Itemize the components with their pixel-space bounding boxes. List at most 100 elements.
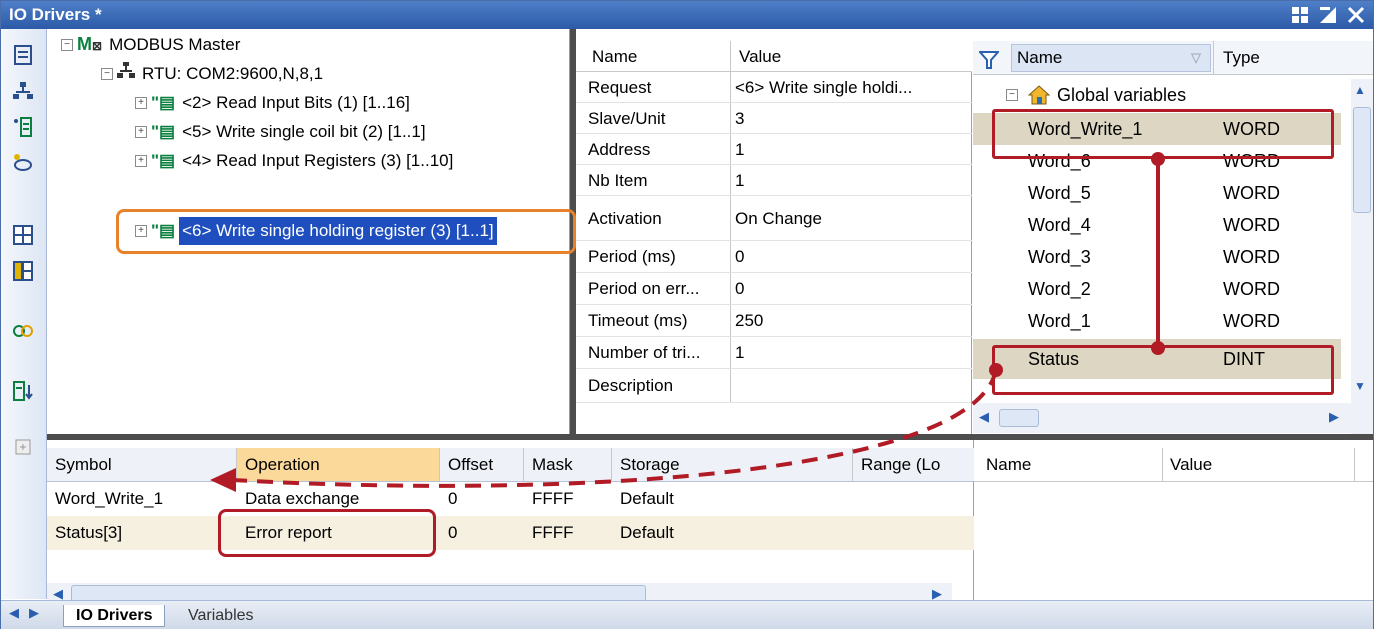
- variable-highlight-status: [992, 345, 1334, 395]
- column-header-range[interactable]: Range (Lo: [853, 448, 974, 481]
- insert-master-icon[interactable]: [9, 41, 37, 69]
- tree-node-request-4[interactable]: + "▤ <4> Read Input Registers (3) [1..10…: [135, 147, 456, 175]
- property-row[interactable]: Period (ms) 0: [576, 241, 972, 273]
- sort-icon[interactable]: [9, 377, 37, 405]
- scroll-left-icon[interactable]: ◀: [979, 409, 989, 425]
- property-value[interactable]: 1: [735, 165, 965, 196]
- io-drivers-window: IO Drivers * − M⊠ MODBUS Master − RTU: C…: [0, 0, 1374, 629]
- variable-name: Word_4: [1028, 215, 1091, 235]
- mask-cell[interactable]: FFFF: [524, 516, 612, 550]
- scrollbar-thumb[interactable]: [1353, 107, 1371, 213]
- offset-cell[interactable]: 0: [440, 482, 524, 516]
- property-row[interactable]: Activation On Change: [576, 196, 972, 241]
- property-value[interactable]: 3: [735, 103, 965, 134]
- variable-type: WORD: [1223, 215, 1280, 235]
- property-value[interactable]: 250: [735, 305, 965, 337]
- modbus-master-icon: M⊠: [77, 34, 103, 54]
- options-icon[interactable]: [9, 433, 37, 461]
- property-value[interactable]: 0: [735, 273, 965, 305]
- tab-scroll-right-icon[interactable]: ▶: [29, 605, 39, 621]
- filter-icon[interactable]: [977, 48, 1001, 82]
- column-header-name[interactable]: Name: [986, 448, 1031, 482]
- scroll-right-icon[interactable]: ▶: [1329, 409, 1339, 425]
- property-row[interactable]: Period on err... 0: [576, 273, 972, 305]
- tree-node-request-2[interactable]: + "▤ <2> Read Input Bits (1) [1..16]: [135, 89, 413, 117]
- expand-icon[interactable]: +: [135, 97, 147, 109]
- tree-node-request-5[interactable]: + "▤ <5> Write single coil bit (2) [1..1…: [135, 118, 429, 146]
- property-value[interactable]: <6> Write single holdi...: [735, 72, 965, 103]
- variable-type: WORD: [1223, 247, 1280, 267]
- column-header-symbol[interactable]: Symbol: [47, 448, 237, 481]
- property-value[interactable]: 1: [735, 134, 965, 165]
- column-header-name[interactable]: Name: [592, 41, 637, 72]
- property-value[interactable]: 1: [735, 337, 965, 369]
- expand-icon[interactable]: +: [135, 155, 147, 167]
- link-variables-icon[interactable]: [9, 317, 37, 345]
- variable-row[interactable]: Word_3 WORD: [973, 241, 1341, 273]
- scroll-up-icon[interactable]: ▲: [1354, 83, 1366, 97]
- insert-variable-icon[interactable]: [9, 149, 37, 177]
- insert-port-icon[interactable]: [9, 77, 37, 105]
- property-value[interactable]: 0: [735, 241, 965, 273]
- property-row[interactable]: Number of tri... 1: [576, 337, 972, 369]
- document-tabs: ◀ ▶ IO Drivers Variables: [1, 600, 1373, 629]
- property-row[interactable]: Request <6> Write single holdi...: [576, 72, 972, 103]
- grid-view-icon[interactable]: [9, 221, 37, 249]
- properties-header: Name Value: [576, 41, 972, 72]
- request-icon: "▤: [151, 151, 176, 170]
- insert-request-icon[interactable]: [9, 113, 37, 141]
- variable-row[interactable]: Word_1 WORD: [973, 305, 1341, 337]
- network-port-icon: [117, 60, 135, 88]
- collapse-icon[interactable]: −: [101, 68, 113, 80]
- tree-node-label: <5> Write single coil bit (2) [1..1]: [182, 122, 426, 141]
- offset-cell[interactable]: 0: [440, 516, 524, 550]
- column-header-mask[interactable]: Mask: [524, 448, 612, 481]
- tab-io-drivers[interactable]: IO Drivers: [63, 605, 166, 627]
- tree-node-rtu-port[interactable]: − RTU: COM2:9600,N,8,1: [101, 60, 326, 88]
- property-row[interactable]: Description: [576, 369, 972, 403]
- mapping-grid-header: Symbol Operation Offset Mask Storage Ran…: [47, 448, 974, 482]
- property-value[interactable]: On Change: [735, 196, 965, 241]
- variables-header: Name ▽ Type: [973, 41, 1373, 75]
- variable-group-global[interactable]: − Global variables: [973, 79, 1341, 111]
- mapping-row[interactable]: Word_Write_1 Data exchange 0 FFFF Defaul…: [47, 482, 974, 516]
- mapping-row[interactable]: Status[3] Error report 0 FFFF Default: [47, 516, 974, 550]
- mask-cell[interactable]: FFFF: [524, 482, 612, 516]
- property-name: Description: [588, 376, 674, 395]
- property-name: Nb Item: [588, 171, 648, 190]
- property-row[interactable]: Timeout (ms) 250: [576, 305, 972, 337]
- property-row[interactable]: Slave/Unit 3: [576, 103, 972, 134]
- collapse-icon[interactable]: −: [61, 39, 73, 51]
- tile-icon[interactable]: [1289, 4, 1311, 26]
- property-name: Request: [588, 78, 652, 97]
- column-header-value[interactable]: Value: [739, 41, 781, 72]
- close-icon[interactable]: [1345, 4, 1367, 26]
- property-row[interactable]: Address 1: [576, 134, 972, 165]
- column-header-operation[interactable]: Operation: [237, 448, 440, 481]
- watch-panel: Name Value: [974, 440, 1373, 600]
- collapse-icon[interactable]: −: [1006, 89, 1018, 101]
- variable-row[interactable]: Word_4 WORD: [973, 209, 1341, 241]
- tab-variables[interactable]: Variables: [176, 605, 266, 627]
- restore-icon[interactable]: [1317, 4, 1339, 26]
- variables-horizontal-scrollbar[interactable]: ◀ ▶: [973, 403, 1351, 433]
- watch-header: Name Value: [974, 448, 1373, 482]
- scrollbar-thumb[interactable]: [999, 409, 1039, 427]
- scroll-down-icon[interactable]: ▼: [1354, 379, 1366, 393]
- variable-row[interactable]: Word_5 WORD: [973, 177, 1341, 209]
- column-header-offset[interactable]: Offset: [440, 448, 524, 481]
- storage-cell[interactable]: Default: [612, 516, 853, 550]
- tree-node-modbus-master[interactable]: − M⊠ MODBUS Master: [61, 31, 243, 59]
- column-header-value[interactable]: Value: [1170, 448, 1212, 482]
- column-header-name[interactable]: Name: [1017, 41, 1062, 75]
- column-header-type[interactable]: Type: [1223, 41, 1260, 75]
- tree-node-label: <2> Read Input Bits (1) [1..16]: [182, 93, 410, 112]
- tab-scroll-left-icon[interactable]: ◀: [9, 605, 19, 621]
- variables-vertical-scrollbar[interactable]: ▲ ▼: [1351, 79, 1373, 435]
- storage-cell[interactable]: Default: [612, 482, 853, 516]
- property-row[interactable]: Nb Item 1: [576, 165, 972, 196]
- column-header-storage[interactable]: Storage: [612, 448, 853, 481]
- split-view-icon[interactable]: [9, 257, 37, 285]
- expand-icon[interactable]: +: [135, 126, 147, 138]
- variable-row[interactable]: Word_2 WORD: [973, 273, 1341, 305]
